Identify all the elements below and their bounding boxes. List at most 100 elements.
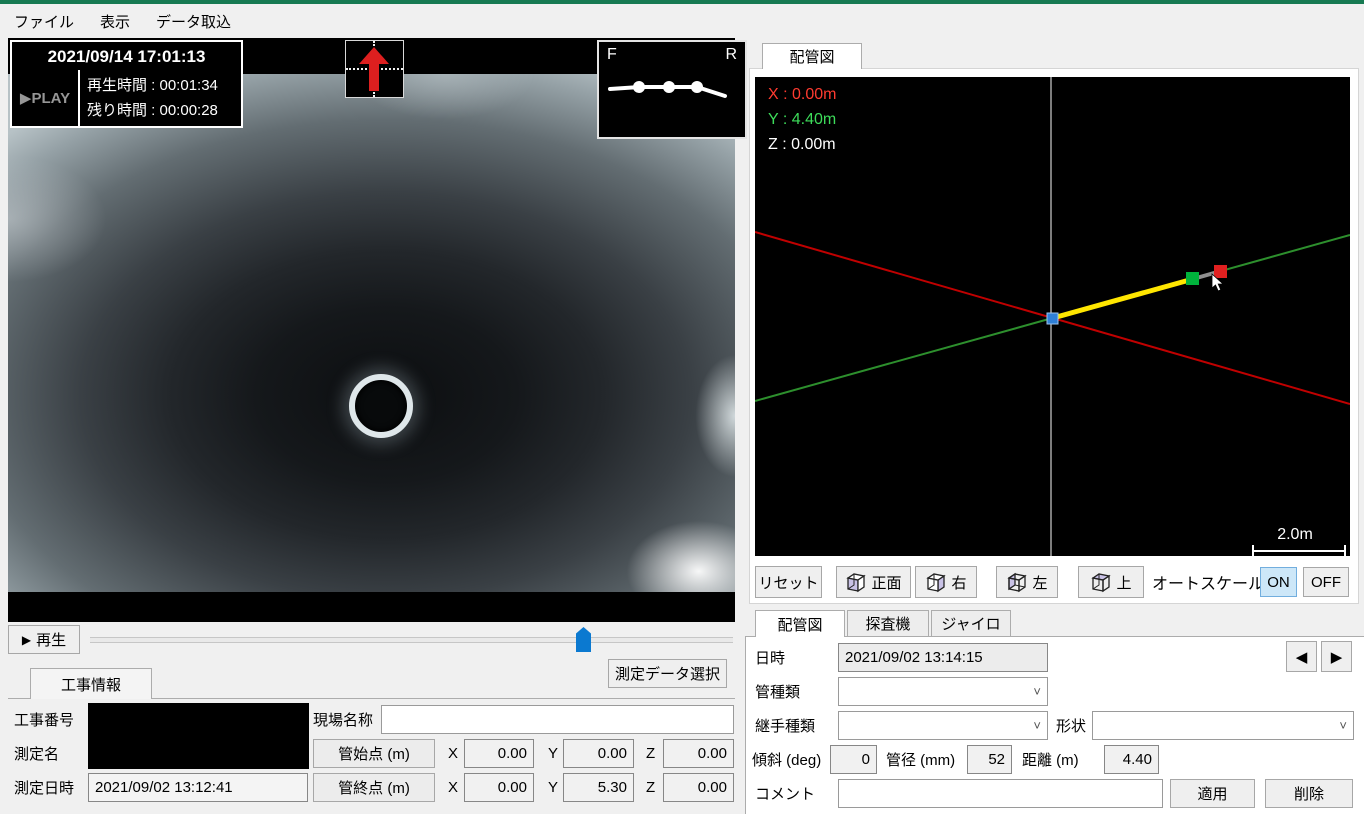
cube-left-icon (1006, 570, 1028, 594)
end-z-field[interactable]: 0.00 (663, 773, 734, 802)
seek-slider-track[interactable] (90, 637, 733, 643)
autoscale-on-button[interactable]: ON (1260, 567, 1297, 597)
menu-bar: ファイル 表示 データ取込 (0, 4, 1364, 38)
measurement-datetime-label: 測定日時 (14, 773, 74, 802)
start-z-value: 0.00 (698, 745, 727, 762)
start-y-value: 0.00 (598, 745, 627, 762)
heading-indicator (345, 40, 404, 98)
pipe-end-label: 管終点 (m) (338, 777, 410, 798)
view-left-button[interactable]: 左 (996, 566, 1058, 598)
video-timestamp: 2021/09/14 17:01:13 (48, 47, 206, 67)
comment-label: コメント (755, 779, 815, 808)
menu-data-import[interactable]: データ取込 (156, 11, 231, 32)
datetime-field[interactable]: 2021/09/02 13:14:15 (838, 643, 1048, 672)
tab-probe-label: 探査機 (865, 613, 910, 634)
play-status-label: PLAY (31, 90, 70, 107)
video-viewport: 2021/09/14 17:01:13 ▶PLAY 再生時間 : 00:01:3… (8, 38, 735, 622)
play-icon: ▶ (20, 89, 32, 107)
end-y-field[interactable]: 5.30 (563, 773, 634, 802)
measurement-datetime-field[interactable]: 2021/09/02 13:12:41 (88, 773, 308, 802)
start-x-field[interactable]: 0.00 (464, 739, 534, 768)
datetime-value: 2021/09/02 13:14:15 (845, 649, 983, 666)
play-button[interactable]: ▶ 再生 (8, 625, 80, 654)
tab-gyro[interactable]: ジャイロ (931, 610, 1011, 637)
select-measurement-data-button[interactable]: 測定データ選択 (608, 659, 727, 688)
remaining-time: 残り時間 : 00:00:28 (87, 98, 241, 123)
end-x-field[interactable]: 0.00 (464, 773, 534, 802)
start-x-value: 0.00 (498, 745, 527, 762)
autoscale-on-label: ON (1267, 574, 1290, 591)
menu-view[interactable]: 表示 (100, 11, 130, 32)
pipe-type-select[interactable]: ˅ (838, 677, 1048, 706)
next-record-button[interactable]: ▶ (1321, 641, 1352, 672)
time-info: 再生時間 : 00:01:34 残り時間 : 00:00:28 (80, 70, 241, 126)
video-timestamp-overlay: 2021/09/14 17:01:13 (10, 40, 243, 74)
view-right-button[interactable]: 右 (915, 566, 977, 598)
comment-field[interactable] (838, 779, 1163, 808)
apply-button[interactable]: 適用 (1170, 779, 1255, 808)
incline-value: 0 (862, 751, 870, 768)
construction-number-label: 工事番号 (14, 705, 74, 734)
diameter-value: 52 (988, 751, 1005, 768)
joint-type-select[interactable]: ˅ (838, 711, 1048, 740)
elapsed-time: 再生時間 : 00:01:34 (87, 73, 241, 98)
incline-label: 傾斜 (deg) (752, 745, 821, 774)
construction-number-redacted (88, 703, 309, 769)
pipe-camera-frame (8, 74, 735, 592)
play-button-label: 再生 (36, 629, 66, 650)
start-z-field[interactable]: 0.00 (663, 739, 734, 768)
autoscale-label: オートスケール (1152, 566, 1264, 598)
pipe-profile-overlay: F R (597, 40, 747, 139)
autoscale-off-button[interactable]: OFF (1303, 567, 1349, 597)
pipe-end-button[interactable]: 管終点 (m) (313, 773, 435, 802)
incline-field[interactable]: 0 (830, 745, 877, 774)
diameter-label: 管径 (mm) (886, 745, 955, 774)
menu-file[interactable]: ファイル (14, 11, 74, 32)
shape-label: 形状 (1056, 711, 1086, 740)
start-y-field[interactable]: 0.00 (563, 739, 634, 768)
distance-value: 4.40 (1123, 751, 1152, 768)
tab-project-info[interactable]: 工事情報 (30, 668, 152, 699)
measurement-name-label: 測定名 (14, 739, 59, 768)
end-y-label: Y (548, 773, 558, 802)
shape-select[interactable]: ˅ (1092, 711, 1354, 740)
pipe-start-label: 管始点 (m) (338, 743, 410, 764)
view-top-label: 上 (1116, 572, 1131, 593)
delete-button-label: 削除 (1294, 783, 1324, 804)
play-status: ▶PLAY (12, 70, 80, 126)
reset-view-button[interactable]: リセット (755, 566, 822, 598)
seek-slider-thumb[interactable] (576, 627, 591, 652)
site-name-label: 現場名称 (313, 705, 373, 734)
distance-field[interactable]: 4.40 (1104, 745, 1159, 774)
tab-probe[interactable]: 探査機 (847, 610, 929, 637)
site-name-field[interactable] (381, 705, 734, 734)
chevron-down-icon: ˅ (1033, 684, 1041, 699)
view-front-label: 正面 (871, 572, 901, 593)
joint-type-label: 継手種類 (755, 711, 815, 740)
triangle-left-icon: ◀ (1296, 648, 1308, 666)
pipe-3d-scene (755, 77, 1350, 556)
tab-gyro-label: ジャイロ (941, 613, 1000, 634)
reset-view-label: リセット (758, 572, 818, 593)
end-x-value: 0.00 (498, 779, 527, 796)
play-button-icon: ▶ (22, 633, 31, 647)
tab-pipe-diagram[interactable]: 配管図 (755, 610, 845, 637)
pipe-start-button[interactable]: 管始点 (m) (313, 739, 435, 768)
tab-project-info-label: 工事情報 (61, 674, 121, 695)
pipe-3d-canvas[interactable]: X : 0.00m Y : 4.40m Z : 0.00m 2.0m (755, 77, 1350, 556)
view-top-button[interactable]: 上 (1078, 566, 1144, 598)
triangle-right-icon: ▶ (1331, 648, 1343, 666)
view-front-button[interactable]: 正面 (836, 566, 911, 598)
pipe-profile-graph (599, 42, 741, 133)
prev-record-button[interactable]: ◀ (1286, 641, 1317, 672)
delete-button[interactable]: 削除 (1265, 779, 1353, 808)
diameter-field[interactable]: 52 (967, 745, 1012, 774)
cube-top-icon (1090, 570, 1112, 594)
datetime-label: 日時 (755, 643, 785, 672)
measurement-datetime-value: 2021/09/02 13:12:41 (95, 779, 233, 796)
application-window: ファイル 表示 データ取込 2021/09/14 17:01:13 ▶PLAY … (0, 0, 1364, 814)
cube-front-icon (845, 570, 867, 594)
start-x-label: X (448, 739, 458, 768)
tab-pipe-diagram-top[interactable]: 配管図 (762, 43, 862, 69)
cube-right-icon (925, 570, 947, 594)
